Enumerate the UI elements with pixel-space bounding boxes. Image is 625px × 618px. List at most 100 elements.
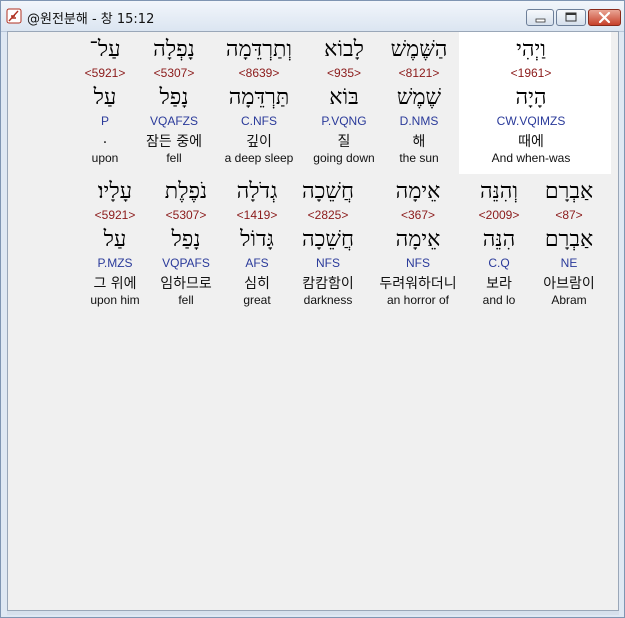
- word-cell[interactable]: נָפְלָה <5307> נָפַל VQAFZS 잠든 중에 fell: [134, 32, 214, 174]
- hebrew-root: שֶׁמֶשׁ: [396, 85, 442, 110]
- korean-gloss: 임하므로: [160, 276, 212, 292]
- strong-number[interactable]: <5307>: [166, 208, 207, 222]
- korean-gloss: 해: [412, 134, 426, 150]
- interlinear-panel[interactable]: וַיְהִי <1961> הָיָה CW.VQIMZS 때에 And wh…: [7, 31, 619, 611]
- word-cell[interactable]: אֵימָה <367> אֵימָה NFS 두려워하더니 an horror…: [370, 174, 466, 316]
- hebrew-root: בּוֹא: [329, 85, 359, 110]
- hebrew-word: אֵימָה: [395, 179, 441, 204]
- strong-number[interactable]: <5307>: [154, 66, 195, 80]
- verse-line-1: וַיְהִי <1961> הָיָה CW.VQIMZS 때에 And wh…: [8, 32, 618, 174]
- close-icon: [598, 11, 611, 24]
- word-cell[interactable]: וְהִנֵּה <2009> הִנֵּה C.Q 보라 and lo: [464, 174, 534, 316]
- hebrew-root: עַל: [103, 227, 127, 252]
- minimize-button[interactable]: [526, 9, 554, 26]
- window-title: @원전분해 - 창 15:12: [27, 12, 155, 27]
- english-gloss: Abram: [551, 293, 587, 307]
- word-cell[interactable]: עָלָיו׃ <5921> עַל P.MZS 그 위에 upon him: [80, 174, 150, 316]
- english-gloss: and lo: [482, 293, 516, 307]
- app-window: @원전분해 - 창 15:12 וַיְהִי <1961> הָיָה CW.…: [0, 0, 625, 618]
- minimize-icon: [535, 18, 546, 23]
- korean-gloss: 보라: [486, 276, 512, 292]
- hebrew-root: חֲשֵׁכָה: [301, 227, 355, 252]
- hebrew-word: נֹפֶלֶת: [164, 179, 208, 204]
- hebrew-word: חֲשֵׁכָה: [301, 179, 355, 204]
- word-cell[interactable]: וְתַרְדֵּמָה <8639> תַּרְדֵּמָה C.NFS 깊이…: [209, 32, 309, 174]
- korean-gloss: 심히: [244, 276, 270, 292]
- hebrew-word: וְתַרְדֵּמָה: [225, 37, 293, 62]
- grammar-code: C.Q: [488, 256, 510, 270]
- english-gloss: an horror of: [386, 293, 450, 307]
- hebrew-root: הָיָה: [515, 85, 547, 110]
- english-gloss: the sun: [399, 151, 439, 165]
- hebrew-word: הַשֶּׁמֶשׁ: [390, 37, 448, 62]
- word-cell[interactable]: גְדֹלָה <1419> גָּדוֹל AFS 심히 great: [227, 174, 287, 316]
- english-gloss: darkness: [303, 293, 353, 307]
- strong-number[interactable]: <5921>: [85, 66, 126, 80]
- close-button[interactable]: [588, 9, 621, 26]
- maximize-button[interactable]: [556, 9, 586, 26]
- app-feather-icon[interactable]: [6, 8, 22, 24]
- english-gloss: And when-was: [491, 151, 571, 165]
- korean-gloss: 때에: [518, 134, 544, 150]
- grammar-code: NE: [560, 256, 578, 270]
- grammar-code: D.NMS: [399, 114, 439, 128]
- strong-number[interactable]: <1419>: [237, 208, 278, 222]
- hebrew-word: וְהִנֵּה: [479, 179, 519, 204]
- strong-number[interactable]: <8121>: [399, 66, 440, 80]
- english-gloss: great: [243, 293, 271, 307]
- grammar-code: P: [100, 114, 110, 128]
- grammar-code: P.MZS: [97, 256, 133, 270]
- word-cell[interactable]: הַשֶּׁמֶשׁ <8121> שֶׁמֶשׁ D.NMS 해 the su…: [374, 32, 464, 174]
- word-cell[interactable]: עַל־ <5921> עַל P . upon: [75, 32, 135, 174]
- word-cell[interactable]: אַבְרָם <87> אַבְרָם NE 아브람이 Abram: [534, 174, 604, 316]
- korean-gloss: 질: [337, 134, 351, 150]
- strong-number[interactable]: <5921>: [95, 208, 136, 222]
- hebrew-word: גְדֹלָה: [236, 179, 278, 204]
- hebrew-root: אַבְרָם: [544, 227, 594, 252]
- strong-number[interactable]: <87>: [555, 208, 582, 222]
- hebrew-root: הִנֵּה: [482, 227, 516, 252]
- hebrew-root: גָּדוֹל: [240, 227, 274, 252]
- hebrew-word: עַל־: [89, 37, 121, 62]
- strong-number[interactable]: <1961>: [511, 66, 552, 80]
- hebrew-root: עַל: [93, 85, 117, 110]
- strong-number[interactable]: <8639>: [239, 66, 280, 80]
- korean-gloss: 아브람이: [543, 276, 595, 292]
- grammar-code: NFS: [406, 256, 430, 270]
- hebrew-root: תַּרְדֵּמָה: [228, 85, 290, 110]
- maximize-icon: [565, 12, 577, 22]
- grammar-code: VQPAFS: [162, 256, 210, 270]
- korean-gloss: 캄캄함이: [302, 276, 354, 292]
- english-gloss: upon him: [90, 293, 140, 307]
- english-gloss: fell: [178, 293, 194, 307]
- strong-number[interactable]: <935>: [327, 66, 361, 80]
- title-bar[interactable]: @원전분해 - 창 15:12: [1, 1, 624, 32]
- grammar-code: C.NFS: [241, 114, 277, 128]
- english-gloss: fell: [166, 151, 182, 165]
- korean-gloss: .: [102, 131, 108, 147]
- hebrew-root: נָפַל: [171, 227, 201, 252]
- word-cell[interactable]: לָבוֹא <935> בּוֹא P.VQNG 질 going down: [304, 32, 384, 174]
- korean-gloss: 두려워하더니: [379, 276, 457, 292]
- english-gloss: a deep sleep: [224, 151, 294, 165]
- grammar-code: NFS: [316, 256, 340, 270]
- hebrew-word: נָפְלָה: [153, 37, 195, 62]
- korean-gloss: 그 위에: [93, 276, 137, 292]
- verse-line-2: אַבְרָם <87> אַבְרָם NE 아브람이 Abram וְהִנ…: [8, 174, 618, 316]
- grammar-code: CW.VQIMZS: [496, 114, 566, 128]
- word-cell[interactable]: חֲשֵׁכָה <2825> חֲשֵׁכָה NFS 캄캄함이 darkne…: [288, 174, 368, 316]
- hebrew-word: עָלָיו׃: [97, 179, 133, 204]
- hebrew-word: אַבְרָם: [544, 179, 594, 204]
- korean-gloss: 잠든 중에: [146, 134, 202, 150]
- korean-gloss: 깊이: [246, 134, 272, 150]
- grammar-code: P.VQNG: [321, 114, 367, 128]
- window-bottom-edge: [7, 611, 619, 615]
- hebrew-word: לָבוֹא: [324, 37, 364, 62]
- word-cell[interactable]: נֹפֶלֶת <5307> נָפַל VQPAFS 임하므로 fell: [151, 174, 221, 316]
- strong-number[interactable]: <2009>: [479, 208, 520, 222]
- word-cell[interactable]: וַיְהִי <1961> הָיָה CW.VQIMZS 때에 And wh…: [456, 32, 606, 174]
- strong-number[interactable]: <367>: [401, 208, 435, 222]
- strong-number[interactable]: <2825>: [308, 208, 349, 222]
- hebrew-root: אֵימָה: [395, 227, 441, 252]
- hebrew-root: נָפַל: [159, 85, 189, 110]
